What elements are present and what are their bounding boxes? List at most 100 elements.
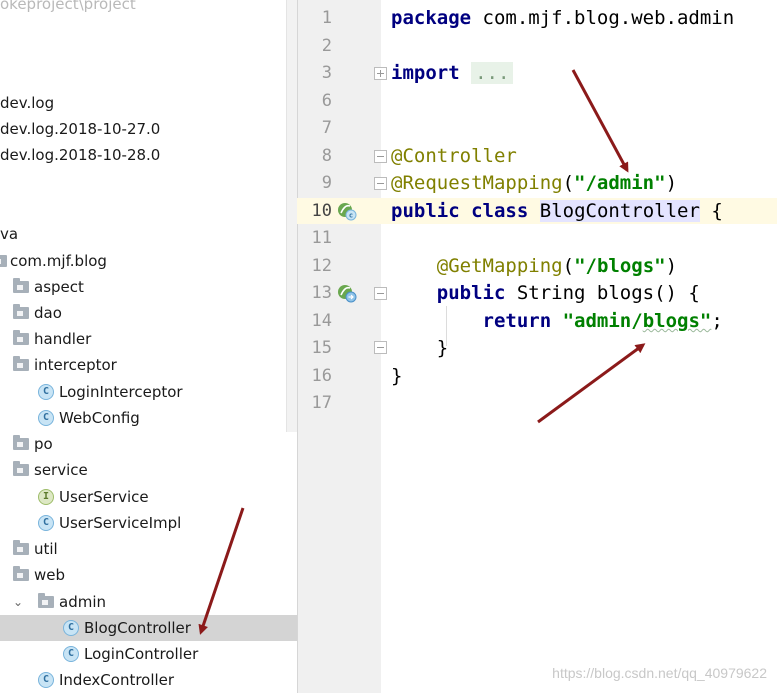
- line-number: 14: [311, 311, 332, 331]
- fold-collapse-icon[interactable]: [374, 177, 387, 190]
- tree-item-label: web: [34, 566, 66, 584]
- tree-item-java[interactable]: va: [0, 221, 297, 247]
- chevron-down-icon[interactable]: ⌄: [11, 589, 25, 615]
- keyword-import: import: [391, 62, 460, 84]
- package-icon: [0, 255, 7, 267]
- brace-close: }: [436, 337, 449, 359]
- class-icon: C: [38, 384, 54, 400]
- package-name: com.mjf.blog.web.admin: [471, 7, 735, 29]
- tree-item-po[interactable]: po: [0, 431, 297, 457]
- tree-item-label: com.mjf.blog: [10, 252, 107, 270]
- tree-item-dao[interactable]: dao: [0, 300, 297, 326]
- annotation-controller: @Controller: [391, 145, 517, 167]
- line-number: 11: [311, 228, 332, 248]
- code-line-12: @GetMapping("/blogs"): [391, 253, 677, 279]
- tree-item-label: aspect: [34, 278, 84, 296]
- tree-item-label: BlogController: [84, 619, 191, 637]
- brace-close: }: [391, 365, 403, 387]
- tree-item-label: LoginController: [84, 645, 199, 663]
- fold-collapse-icon[interactable]: [374, 341, 387, 354]
- tree-item-index-controller[interactable]: C IndexController: [0, 667, 297, 693]
- class-name: BlogController: [539, 200, 700, 222]
- paren-open: (: [562, 172, 575, 194]
- tree-item-dev-log-2018-10-27[interactable]: dev.log.2018-10-27.0: [0, 116, 297, 142]
- code-line-10: public class BlogController {: [391, 198, 723, 224]
- tree-item-label: dao: [34, 304, 62, 322]
- paren-close: ): [665, 172, 678, 194]
- method-signature: String blogs() {: [505, 282, 700, 304]
- tree-item-label: dev.log.2018-10-28.0: [0, 146, 161, 164]
- line-number: 2: [321, 36, 332, 56]
- spring-bean-icon[interactable]: c: [337, 201, 357, 221]
- tree-item-label: util: [34, 540, 58, 558]
- folded-imports[interactable]: ...: [471, 62, 514, 84]
- package-icon: [13, 278, 29, 293]
- tree-item-label: va: [0, 225, 19, 243]
- tree-item-label: WebConfig: [59, 409, 140, 427]
- tree-item-util[interactable]: util: [0, 536, 297, 562]
- tree-item-label: LoginInterceptor: [59, 383, 183, 401]
- tree-item-blog-controller[interactable]: C BlogController: [0, 615, 297, 641]
- class-icon: C: [38, 515, 54, 531]
- code-line-15: }: [391, 335, 448, 361]
- paren-close: ): [665, 255, 678, 277]
- package-icon: [13, 330, 29, 345]
- fold-collapse-icon[interactable]: [374, 287, 387, 300]
- line-number: 13: [311, 283, 332, 303]
- tree-item-label: service: [34, 461, 88, 479]
- string-admin: "/admin": [574, 172, 666, 194]
- package-icon: [38, 593, 54, 608]
- string-admin-blogs-part1: "admin/: [562, 310, 643, 332]
- project-tree: okeproject\project dev.log dev.log.2018-…: [0, 0, 297, 693]
- tree-item-label: UserService: [59, 488, 149, 506]
- tree-item-com-mjf-blog[interactable]: com.mjf.blog: [0, 248, 297, 274]
- tree-item-label: IndexController: [59, 671, 175, 689]
- tree-item-dev-log-2018-10-28[interactable]: dev.log.2018-10-28.0: [0, 142, 297, 168]
- code-line-13: public String blogs() {: [391, 280, 700, 306]
- request-mapping-icon[interactable]: [337, 283, 357, 303]
- code-line-8: @Controller: [391, 143, 517, 169]
- code-line-9: @RequestMapping("/admin"): [391, 170, 677, 196]
- tree-item-label: dev.log: [0, 94, 55, 112]
- class-icon: C: [63, 646, 79, 662]
- tree-item-dev-log[interactable]: dev.log: [0, 90, 297, 116]
- svg-text:c: c: [349, 212, 353, 220]
- tree-scrollbar[interactable]: [286, 0, 297, 432]
- tree-item-login-interceptor[interactable]: C LoginInterceptor: [0, 379, 297, 405]
- keyword-public: public: [436, 282, 506, 304]
- interface-icon: I: [38, 489, 54, 505]
- tree-item-web-config[interactable]: C WebConfig: [0, 405, 297, 431]
- package-icon: [13, 304, 29, 319]
- tree-item-aspect[interactable]: aspect: [0, 274, 297, 300]
- line-number: 7: [321, 118, 332, 138]
- class-icon: C: [63, 620, 79, 636]
- tree-item-admin[interactable]: ⌄ admin: [0, 589, 297, 615]
- keyword-public: public: [391, 200, 460, 222]
- tree-item-user-service[interactable]: I UserService: [0, 484, 297, 510]
- tree-item-interceptor[interactable]: interceptor: [0, 352, 297, 378]
- keyword-package: package: [391, 7, 472, 29]
- tree-item-web[interactable]: web: [0, 562, 297, 588]
- semicolon: ;: [711, 310, 723, 332]
- code-line-14: return "admin/blogs";: [391, 308, 723, 334]
- line-number: 6: [321, 91, 332, 111]
- string-admin-blogs-part2: blogs": [642, 310, 712, 332]
- annotation-get-mapping: @GetMapping: [436, 255, 563, 277]
- tree-item-service[interactable]: service: [0, 457, 297, 483]
- tree-path-fragment: okeproject\project: [0, 0, 297, 17]
- line-number: 12: [311, 256, 332, 276]
- line-number: 3: [321, 63, 332, 83]
- line-number: 1: [321, 8, 332, 28]
- tree-item-user-service-impl[interactable]: C UserServiceImpl: [0, 510, 297, 536]
- line-number: 15: [311, 338, 332, 358]
- package-icon: [13, 461, 29, 476]
- brace-open: {: [699, 200, 723, 222]
- tree-item-label: UserServiceImpl: [59, 514, 182, 532]
- fold-collapse-icon[interactable]: [374, 150, 387, 163]
- tree-item-login-controller[interactable]: C LoginController: [0, 641, 297, 667]
- fold-expand-icon[interactable]: [374, 67, 387, 80]
- package-icon: [13, 356, 29, 371]
- class-icon: C: [38, 410, 54, 426]
- tree-item-handler[interactable]: handler: [0, 326, 297, 352]
- annotation-request-mapping: @RequestMapping: [391, 172, 563, 194]
